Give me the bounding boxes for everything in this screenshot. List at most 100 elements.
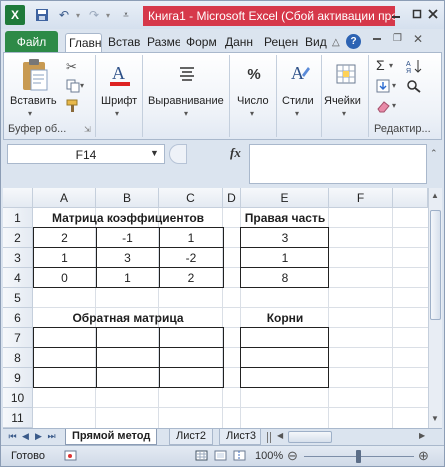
column-header-g[interactable] <box>393 188 428 208</box>
cell-a1[interactable]: Матрица коэффициентов <box>33 208 223 228</box>
font-dropdown-icon[interactable]: ▾ <box>115 109 119 118</box>
tab-data[interactable]: Данн <box>222 33 258 53</box>
row-header[interactable]: 3 <box>3 248 33 268</box>
cells-dropdown-icon[interactable]: ▾ <box>342 109 346 118</box>
paste-dropdown-icon[interactable]: ▾ <box>28 109 32 118</box>
tab-file[interactable]: Файл <box>5 31 58 53</box>
name-box-dropdown-icon[interactable]: ▼ <box>150 148 159 158</box>
zoom-level[interactable]: 100% <box>255 450 283 462</box>
cells-icon[interactable] <box>331 59 361 89</box>
redo-dropdown-icon[interactable]: ▾ <box>99 6 117 24</box>
autosum-dropdown-icon[interactable]: ▾ <box>389 61 393 70</box>
workbook-close-icon[interactable]: ✕ <box>413 32 423 46</box>
cells-button[interactable]: Ячейки <box>324 95 361 107</box>
zoom-in-icon[interactable]: ⊕ <box>418 448 429 464</box>
formula-input[interactable] <box>249 144 427 184</box>
help-icon[interactable]: ? <box>346 34 361 49</box>
name-box[interactable]: F14 <box>7 144 165 164</box>
fill-dropdown-icon[interactable]: ▾ <box>392 81 396 90</box>
cut-icon[interactable]: ✂ <box>66 59 77 75</box>
clear-dropdown-icon[interactable]: ▾ <box>392 101 396 110</box>
row-header[interactable]: 2 <box>3 228 33 248</box>
autosum-icon[interactable]: Σ <box>376 57 385 73</box>
tab-splitter[interactable] <box>267 432 271 443</box>
cell-b3[interactable]: 3 <box>96 248 159 268</box>
cell-c4[interactable]: 2 <box>159 268 223 288</box>
column-header-a[interactable]: A <box>33 188 96 208</box>
row-header[interactable]: 7 <box>3 328 33 348</box>
percent-icon[interactable]: % <box>239 59 269 89</box>
column-header-e[interactable]: E <box>241 188 329 208</box>
scroll-down-icon[interactable]: ▼ <box>431 414 439 423</box>
cell-a2[interactable]: 2 <box>33 228 96 248</box>
cell-e6[interactable]: Корни <box>241 308 329 328</box>
clipboard-launcher-icon[interactable]: ⇲ <box>84 125 91 134</box>
tab-formulas[interactable]: Форм <box>183 33 219 53</box>
clear-icon[interactable] <box>376 99 390 116</box>
cell-e2[interactable]: 3 <box>241 228 329 248</box>
fill-icon[interactable] <box>376 79 390 96</box>
expand-formula-bar-icon[interactable]: ⌃ <box>430 148 438 159</box>
customize-qat-icon[interactable]: ⩡ <box>117 6 135 24</box>
row-header[interactable]: 10 <box>3 388 33 408</box>
next-sheet-icon[interactable]: ▶ <box>33 431 44 443</box>
cell-a3[interactable]: 1 <box>33 248 96 268</box>
column-header-f[interactable]: F <box>329 188 393 208</box>
tab-view[interactable]: Вид <box>302 33 328 53</box>
excel-logo-icon[interactable]: X <box>5 5 25 25</box>
sort-filter-icon[interactable]: AЯ <box>406 58 424 77</box>
sheet-tab-3[interactable]: Лист3 <box>219 429 261 445</box>
page-layout-view-icon[interactable] <box>214 450 228 465</box>
copy-dropdown-icon[interactable]: ▾ <box>80 81 84 90</box>
macro-record-icon[interactable] <box>64 450 78 465</box>
page-break-view-icon[interactable] <box>233 450 247 465</box>
column-header-c[interactable]: C <box>159 188 223 208</box>
column-header-b[interactable]: B <box>96 188 159 208</box>
zoom-slider-thumb[interactable] <box>356 450 361 463</box>
scroll-thumb[interactable] <box>430 210 441 320</box>
paste-icon[interactable] <box>18 57 52 95</box>
cell-a4[interactable]: 0 <box>33 268 96 288</box>
font-icon[interactable]: A <box>105 59 135 89</box>
tab-insert[interactable]: Встав <box>105 33 141 53</box>
row-header[interactable]: 8 <box>3 348 33 368</box>
font-button[interactable]: Шрифт <box>101 95 137 107</box>
zoom-out-icon[interactable]: ⊖ <box>287 448 298 464</box>
align-icon[interactable] <box>172 59 202 89</box>
save-icon[interactable] <box>33 6 51 24</box>
column-header-d[interactable]: D <box>223 188 241 208</box>
styles-button[interactable]: Стили <box>282 95 314 107</box>
normal-view-icon[interactable] <box>195 450 209 465</box>
select-all-corner[interactable] <box>3 188 33 208</box>
cell-b2[interactable]: -1 <box>96 228 159 248</box>
cell-a6[interactable]: Обратная матрица <box>33 308 223 328</box>
format-painter-icon[interactable] <box>66 99 80 116</box>
cell-c2[interactable]: 1 <box>159 228 223 248</box>
scroll-up-icon[interactable]: ▲ <box>431 191 439 200</box>
cell-e1[interactable]: Правая часть <box>241 208 329 228</box>
find-select-icon[interactable] <box>406 79 422 96</box>
tab-page-layout[interactable]: Разме <box>144 33 180 53</box>
alignment-dropdown-icon[interactable]: ▾ <box>184 109 188 118</box>
ribbon-minimize-icon[interactable]: △ <box>332 37 340 48</box>
cell-b4[interactable]: 1 <box>96 268 159 288</box>
row-header[interactable]: 9 <box>3 368 33 388</box>
cell-c3[interactable]: -2 <box>159 248 223 268</box>
styles-dropdown-icon[interactable]: ▾ <box>295 109 299 118</box>
insert-function-icon[interactable]: fx <box>230 145 241 161</box>
cell-e3[interactable]: 1 <box>241 248 329 268</box>
number-button[interactable]: Число <box>237 95 269 107</box>
prev-sheet-icon[interactable]: ◀ <box>20 431 31 443</box>
formula-splitter[interactable] <box>169 144 187 164</box>
row-header[interactable]: 6 <box>3 308 33 328</box>
alignment-button[interactable]: Выравнивание <box>148 95 224 107</box>
hscroll-left-icon[interactable]: ◀ <box>277 431 283 440</box>
hscroll-thumb[interactable] <box>288 431 332 443</box>
spreadsheet-grid[interactable]: A B C D E F 1 2 3 4 5 6 7 8 9 10 11 Матр… <box>3 188 428 428</box>
tab-home[interactable]: Главн <box>65 33 102 53</box>
paste-button[interactable]: Вставить <box>10 95 57 107</box>
close-button[interactable] <box>423 4 443 24</box>
row-header[interactable]: 4 <box>3 268 33 288</box>
sheet-tab-1[interactable]: Прямой метод <box>65 429 158 445</box>
workbook-restore-icon[interactable]: ❐ <box>393 33 402 44</box>
